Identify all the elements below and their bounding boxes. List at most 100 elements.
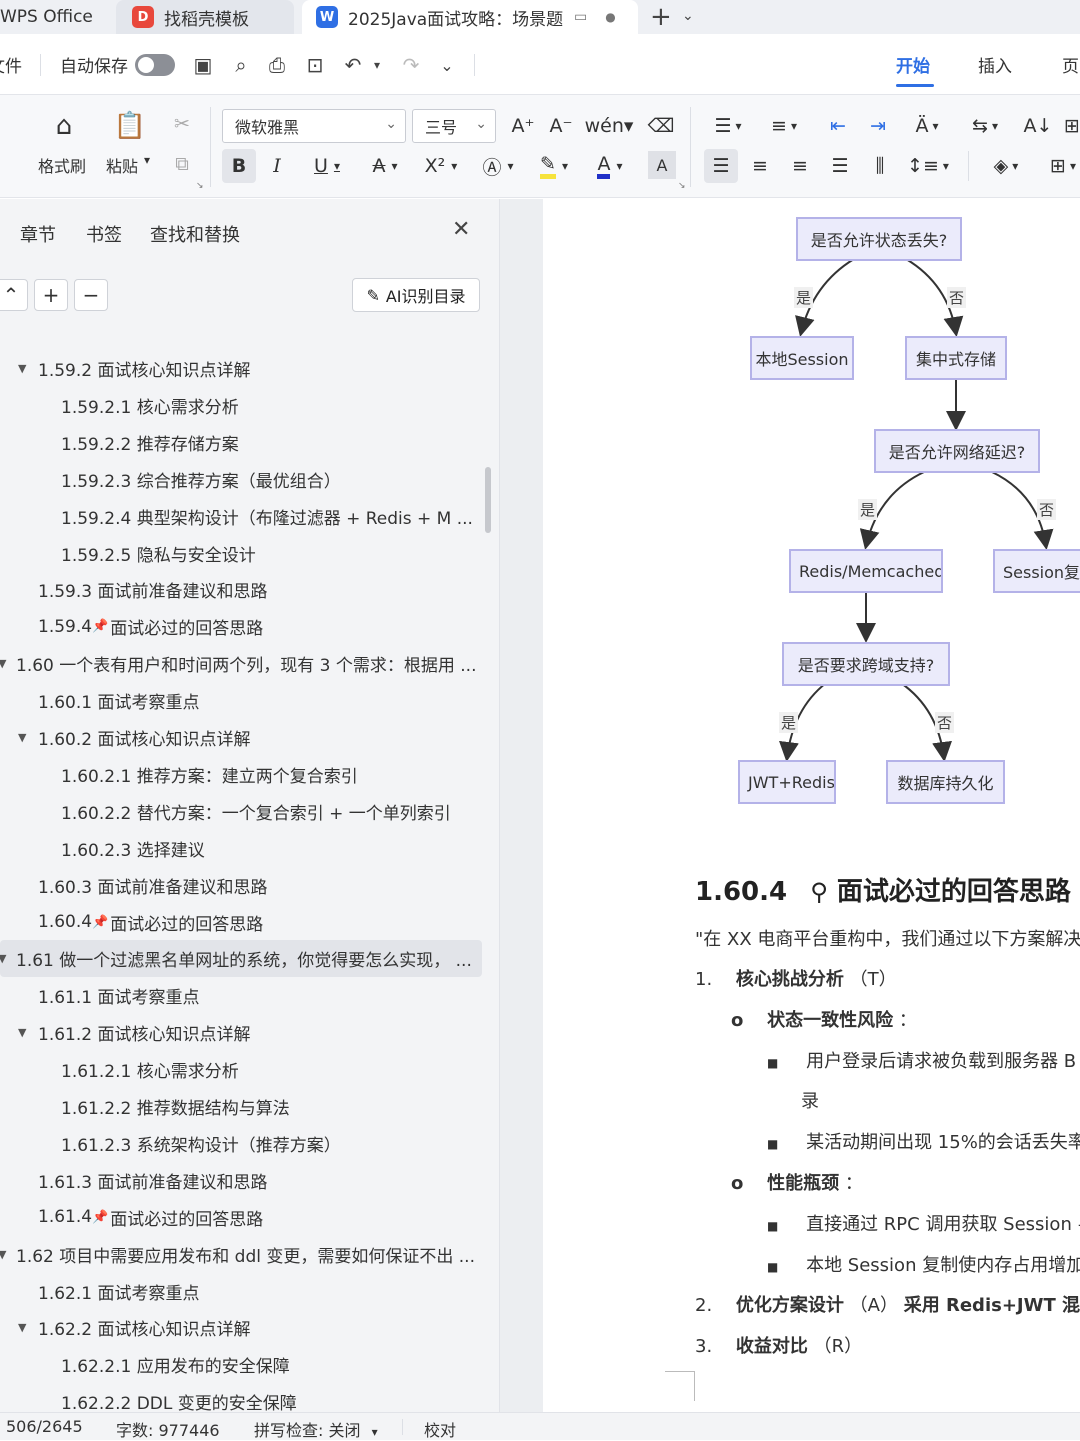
decrease-indent-icon[interactable]: ⇤ (822, 111, 854, 141)
toc-item[interactable]: 1.62.1 面试考察重点 (0, 1273, 478, 1310)
tab-list-chevron-icon[interactable]: ⌄ (682, 8, 694, 24)
undo-icon[interactable]: ↶ (340, 52, 366, 78)
expand-caret-icon[interactable]: ▼ (18, 1026, 26, 1039)
redo-icon[interactable]: ↷ (398, 52, 424, 78)
show-marks-icon[interactable]: ⊞ (1060, 111, 1080, 141)
increase-font-icon[interactable]: A⁺ (508, 111, 538, 141)
toc-item[interactable]: 1.59.2.1 核心需求分析 (0, 387, 478, 424)
bold-button[interactable]: B (222, 149, 256, 183)
ribbon-tab-page[interactable]: 页 (1062, 34, 1079, 94)
toc-item[interactable]: 1.60.2.3 选择建议 (0, 830, 478, 867)
toc-item[interactable]: 1.59.3 面试前准备建议和思路 (0, 571, 478, 608)
toc-item[interactable]: 1.60.3 面试前准备建议和思路 (0, 867, 478, 904)
chinese-layout-icon[interactable]: Ä ▾ (904, 111, 950, 141)
decrease-font-icon[interactable]: A⁻ (546, 111, 576, 141)
collapse-all-button[interactable]: ⌃ (0, 279, 28, 311)
clear-format-icon[interactable]: ⌫ (646, 111, 676, 141)
toc-item[interactable]: 1.61.2.2 推荐数据结构与算法 (0, 1088, 478, 1125)
numbered-list-icon[interactable]: ≡ ▾ (762, 111, 806, 141)
align-right-icon[interactable]: ≡ (784, 151, 816, 181)
justify-icon[interactable]: ☰ (824, 151, 856, 181)
format-painter-label[interactable]: 格式刷 (38, 153, 86, 177)
more-chevron-icon[interactable]: ⌄ (434, 52, 460, 78)
print-icon[interactable]: ⎙ (264, 52, 290, 78)
expand-caret-icon[interactable]: ▼ (0, 657, 6, 670)
toc-item[interactable]: 1.60.1 面试考察重点 (0, 682, 478, 719)
spell-check-status[interactable]: 拼写检查: 关闭 ▾ (254, 1417, 378, 1441)
toc-item[interactable]: 1.61.1 面试考察重点 (0, 977, 478, 1014)
expand-caret-icon[interactable]: ▼ (18, 731, 26, 744)
toc-item[interactable]: 1.61.2.1 核心需求分析 (0, 1051, 478, 1088)
toc-item[interactable]: 1.60.2.2 替代方案：一个复合索引 + 一个单列索引 (0, 793, 478, 830)
print-preview-icon[interactable]: ⊡ (302, 52, 328, 78)
nav-tab-bookmarks[interactable]: 书签 (86, 221, 122, 247)
align-left-button[interactable]: ☰ (704, 149, 738, 183)
nav-tab-find-replace[interactable]: 查找和替换 (150, 221, 240, 247)
close-icon[interactable]: ✕ (452, 217, 470, 242)
bullet-list-icon[interactable]: ☰ ▾ (706, 111, 750, 141)
font-size-select[interactable]: 三号 ⌄ (412, 109, 496, 143)
tab-docer-templates[interactable]: D 找稻壳模板 (116, 0, 294, 34)
ribbon-tab-insert[interactable]: 插入 (978, 34, 1012, 94)
toc-item[interactable]: ▼ 1.62.2 面试核心知识点详解 (0, 1309, 478, 1346)
text-effect-icon[interactable]: Ⓐ ▾ (476, 149, 520, 183)
highlight-icon[interactable]: ✎ ▾ (532, 149, 576, 183)
toc-item[interactable]: 1.61.4 📌 面试必过的回答思路 (0, 1199, 478, 1236)
new-tab-plus-icon[interactable]: + (650, 2, 672, 32)
phonetic-guide-icon[interactable]: wén▾ (585, 111, 634, 141)
toc-item[interactable]: ▼ 1.61 做一个过滤黑名单网址的系统，你觉得要怎么实现， ... (0, 940, 482, 978)
remove-heading-button[interactable]: − (74, 279, 108, 311)
toc-item[interactable]: ▼ 1.60.2 面试核心知识点详解 (0, 719, 478, 756)
toc-item[interactable]: 1.61.2.3 系统架构设计（推荐方案） (0, 1125, 478, 1162)
toc-item[interactable]: 1.62.2.1 应用发布的安全保障 (0, 1346, 478, 1383)
toc-item[interactable]: 1.60.2.1 推荐方案：建立两个复合索引 (0, 756, 478, 793)
toc-item[interactable]: 1.59.2.4 典型架构设计（布隆过滤器 + Redis + M ... (0, 498, 478, 535)
expand-caret-icon[interactable]: ▼ (0, 1248, 6, 1261)
align-center-icon[interactable]: ≡ (744, 151, 776, 181)
export-pdf-icon[interactable]: ⌕ (228, 52, 254, 78)
toc-item[interactable]: ▼ 1.59.2 面试核心知识点详解 (0, 350, 478, 387)
toc-item[interactable]: 1.59.2.2 推荐存储方案 (0, 424, 478, 461)
strikethrough-button[interactable]: A ▾ (362, 149, 408, 183)
char-shading-icon[interactable]: A (648, 151, 676, 179)
toc-item[interactable]: 1.59.4 📌 面试必过的回答思路 (0, 608, 478, 645)
paste-dropdown-icon[interactable]: ▾ (144, 153, 150, 167)
italic-button[interactable]: I (262, 149, 292, 183)
expand-caret-icon[interactable]: ▼ (0, 952, 6, 965)
toc-item[interactable]: ▼ 1.62 项目中需要应用发布和 ddl 变更，需要如何保证不出 ... (0, 1236, 478, 1273)
toc-item[interactable]: 1.62.2.2 DDL 变更的安全保障 (0, 1383, 478, 1412)
font-color-button[interactable]: A ▾ (588, 149, 632, 183)
page-indicator[interactable]: 506/2645 (6, 1417, 83, 1436)
nav-scrollbar[interactable] (485, 467, 491, 533)
nav-tab-chapters[interactable]: 章节 (20, 221, 56, 247)
add-heading-button[interactable]: + (34, 279, 68, 311)
proofread-button[interactable]: 校对 (424, 1417, 456, 1441)
autosave-toggle[interactable] (135, 54, 175, 76)
cut-icon[interactable]: ✂ (168, 109, 196, 139)
shading-icon[interactable]: ◈ ▾ (982, 151, 1030, 181)
underline-button[interactable]: U ▾ (304, 149, 350, 183)
superscript-button[interactable]: X² ▾ (418, 149, 464, 183)
font-dialog-launcher-icon[interactable]: ↘ (196, 181, 204, 191)
copy-icon[interactable]: ⧉ (168, 149, 196, 179)
sort-icon[interactable]: A↓ (1022, 111, 1054, 141)
distributed-icon[interactable]: ⫼ (864, 151, 896, 181)
para-dialog-launcher-icon[interactable]: ↘ (678, 181, 686, 191)
format-painter-icon[interactable]: ⌂ (44, 109, 84, 143)
increase-indent-icon[interactable]: ⇥ (862, 111, 894, 141)
borders-icon[interactable]: ⊞ ▾ (1040, 151, 1080, 181)
ai-toc-button[interactable]: ✎ AI识别目录 (352, 278, 480, 312)
toc-item[interactable]: 1.61.3 面试前准备建议和思路 (0, 1162, 478, 1199)
expand-caret-icon[interactable]: ▼ (18, 362, 26, 375)
save-icon[interactable]: ▣ (190, 52, 216, 78)
toc-item[interactable]: ▼ 1.61.2 面试核心知识点详解 (0, 1014, 478, 1051)
font-name-select[interactable]: 微软雅黑 ⌄ (222, 109, 406, 143)
undo-dropdown-icon[interactable]: ▾ (364, 52, 390, 78)
toc-item[interactable]: 1.60.4 📌 面试必过的回答思路 (0, 904, 478, 941)
paste-label[interactable]: 粘贴 (106, 153, 138, 177)
text-direction-icon[interactable]: ⇆ ▾ (962, 111, 1008, 141)
toc-item[interactable]: 1.59.2.3 综合推荐方案（最优组合） (0, 461, 478, 498)
tab-wps-home[interactable]: WPS Office (0, 0, 108, 34)
toc-item[interactable]: 1.59.2.5 隐私与安全设计 (0, 535, 478, 572)
toc-item[interactable]: ▼ 1.60 一个表有用户和时间两个列，现有 3 个需求：根据用 ... (0, 645, 478, 682)
